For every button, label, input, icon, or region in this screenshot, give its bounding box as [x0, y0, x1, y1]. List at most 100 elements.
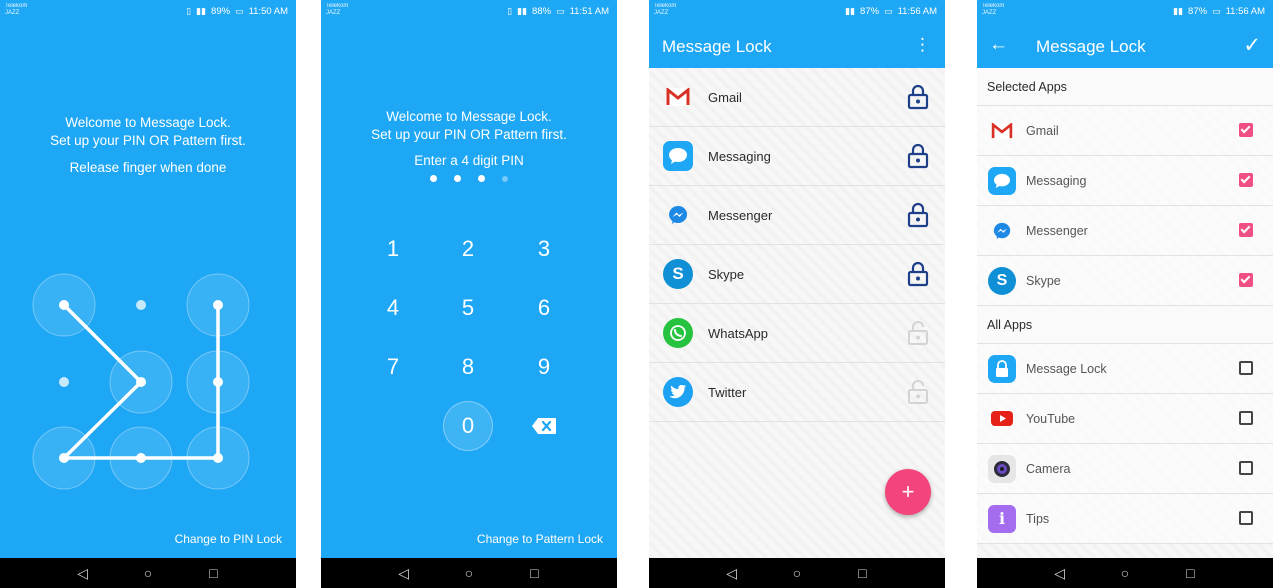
battery-percent: 88% — [532, 6, 552, 17]
battery-percent: 87% — [860, 6, 880, 17]
skype-icon: S — [988, 266, 1016, 295]
lock-open-icon[interactable] — [907, 320, 929, 346]
screen-select-apps: Telekom JAZZ ▮▮ 87% ▭ 11:56 AM ← Message… — [977, 0, 1273, 588]
app-row-twitter[interactable]: Twitter — [649, 363, 945, 422]
confirm-check-icon[interactable]: ✓ — [1243, 33, 1261, 58]
app-checkbox[interactable] — [1239, 511, 1253, 525]
back-nav-icon[interactable]: ◁ — [394, 565, 414, 582]
selected-row-messenger[interactable]: Messenger — [977, 206, 1273, 256]
selected-row-skype[interactable]: S Skype — [977, 256, 1273, 306]
app-checkbox[interactable] — [1239, 173, 1253, 187]
pattern-dot-7 — [59, 453, 69, 463]
selected-row-gmail[interactable]: Gmail — [977, 106, 1273, 156]
selected-apps-header: Selected Apps — [977, 68, 1273, 106]
clock: 11:56 AM — [897, 6, 937, 17]
pattern-grid[interactable] — [0, 260, 296, 500]
back-nav-icon[interactable]: ◁ — [73, 565, 93, 582]
all-apps-header: All Apps — [977, 306, 1273, 344]
gmail-icon — [663, 82, 693, 112]
clock: 11:51 AM — [569, 6, 609, 17]
pin-dot-1 — [430, 175, 437, 182]
app-bar: Telekom JAZZ ▮▮ 87% ▭ 11:56 AM Message L… — [649, 0, 945, 68]
change-to-pin-link[interactable]: Change to PIN Lock — [175, 532, 282, 546]
app-name: Tips — [1026, 511, 1050, 526]
app-checkbox[interactable] — [1239, 461, 1253, 475]
home-nav-icon[interactable]: ○ — [459, 565, 479, 581]
key-7[interactable]: 7 — [368, 342, 418, 392]
key-2[interactable]: 2 — [443, 224, 493, 274]
back-arrow-icon[interactable]: ← — [989, 34, 1008, 56]
back-nav-icon[interactable]: ◁ — [722, 565, 742, 582]
twitter-icon — [663, 377, 693, 407]
lock-closed-icon[interactable] — [907, 143, 929, 169]
app-name: Twitter — [708, 384, 747, 400]
carrier-label: Telekom JAZZ — [326, 3, 349, 16]
recents-nav-icon[interactable]: □ — [524, 565, 544, 581]
nav-bar: ◁ ○ □ — [649, 558, 945, 588]
select-apps-list: Selected Apps Gmail Messaging Messenger — [977, 68, 1273, 558]
page-title: Message Lock — [662, 37, 772, 56]
key-4[interactable]: 4 — [368, 283, 418, 333]
selected-row-messaging[interactable]: Messaging — [977, 156, 1273, 206]
key-8[interactable]: 8 — [443, 342, 493, 392]
all-row-tips[interactable]: i Tips — [977, 494, 1273, 544]
lock-open-icon[interactable] — [907, 379, 929, 405]
key-1[interactable]: 1 — [368, 224, 418, 274]
app-name: Camera — [1026, 461, 1071, 476]
clock: 11:50 AM — [248, 6, 288, 17]
app-checkbox[interactable] — [1239, 273, 1253, 287]
app-checkbox[interactable] — [1239, 361, 1253, 375]
app-name: Messaging — [1026, 173, 1087, 188]
overflow-menu-icon[interactable]: ⋮ — [914, 36, 931, 53]
app-checkbox[interactable] — [1239, 123, 1253, 137]
nav-bar: ◁ ○ □ — [0, 558, 296, 588]
app-list: Gmail Messaging Messenger S Skype WhatsA… — [649, 68, 945, 558]
all-row-message-lock[interactable]: Message Lock — [977, 344, 1273, 394]
app-row-gmail[interactable]: Gmail — [649, 68, 945, 127]
recents-nav-icon[interactable]: □ — [1180, 565, 1200, 581]
app-row-whatsapp[interactable]: WhatsApp — [649, 304, 945, 363]
home-nav-icon[interactable]: ○ — [787, 565, 807, 581]
key-3[interactable]: 3 — [519, 224, 569, 274]
carrier-label: Telekom JAZZ — [5, 3, 28, 16]
app-name: Gmail — [708, 89, 742, 105]
backspace-key[interactable] — [519, 401, 569, 451]
pattern-dot-6 — [213, 377, 223, 387]
add-app-button[interactable]: + — [885, 469, 931, 515]
lock-closed-icon[interactable] — [907, 84, 929, 110]
key-5[interactable]: 5 — [443, 283, 493, 333]
message-lock-icon — [988, 354, 1016, 383]
app-checkbox[interactable] — [1239, 411, 1253, 425]
back-nav-icon[interactable]: ◁ — [1050, 565, 1070, 582]
recents-nav-icon[interactable]: □ — [852, 565, 872, 581]
battery-icon: ▭ — [884, 6, 893, 16]
battery-icon: ▭ — [556, 6, 565, 16]
vibrate-icon: ▯ — [186, 6, 192, 16]
key-0[interactable]: 0 — [443, 401, 493, 451]
lock-closed-icon[interactable] — [907, 261, 929, 287]
pattern-dot-1 — [59, 300, 69, 310]
recents-nav-icon[interactable]: □ — [203, 565, 223, 581]
battery-percent: 89% — [211, 6, 231, 17]
app-checkbox[interactable] — [1239, 223, 1253, 237]
all-row-camera[interactable]: Camera — [977, 444, 1273, 494]
all-row-youtube[interactable]: YouTube — [977, 394, 1273, 444]
app-row-skype[interactable]: S Skype — [649, 245, 945, 304]
status-bar: Telekom JAZZ ▯ ▮▮ 88% ▭ 11:51 AM — [321, 0, 617, 24]
welcome-line-2: Set up your PIN OR Pattern first. — [371, 127, 567, 142]
messaging-icon — [988, 166, 1016, 195]
screen-pattern-setup: Telekom JAZZ ▯ ▮▮ 89% ▭ 11:50 AM Welcome… — [0, 0, 296, 588]
change-to-pattern-link[interactable]: Change to Pattern Lock — [477, 532, 603, 546]
app-name: Messenger — [1026, 223, 1088, 238]
app-row-messenger[interactable]: Messenger — [649, 186, 945, 245]
home-nav-icon[interactable]: ○ — [1115, 565, 1135, 581]
youtube-icon — [988, 405, 1016, 433]
key-6[interactable]: 6 — [519, 283, 569, 333]
lock-closed-icon[interactable] — [907, 202, 929, 228]
pin-dot-3 — [478, 175, 485, 182]
pattern-dot-5 — [136, 377, 146, 387]
vibrate-icon: ▯ — [507, 6, 513, 16]
key-9[interactable]: 9 — [519, 342, 569, 392]
app-row-messaging[interactable]: Messaging — [649, 127, 945, 186]
home-nav-icon[interactable]: ○ — [138, 565, 158, 581]
